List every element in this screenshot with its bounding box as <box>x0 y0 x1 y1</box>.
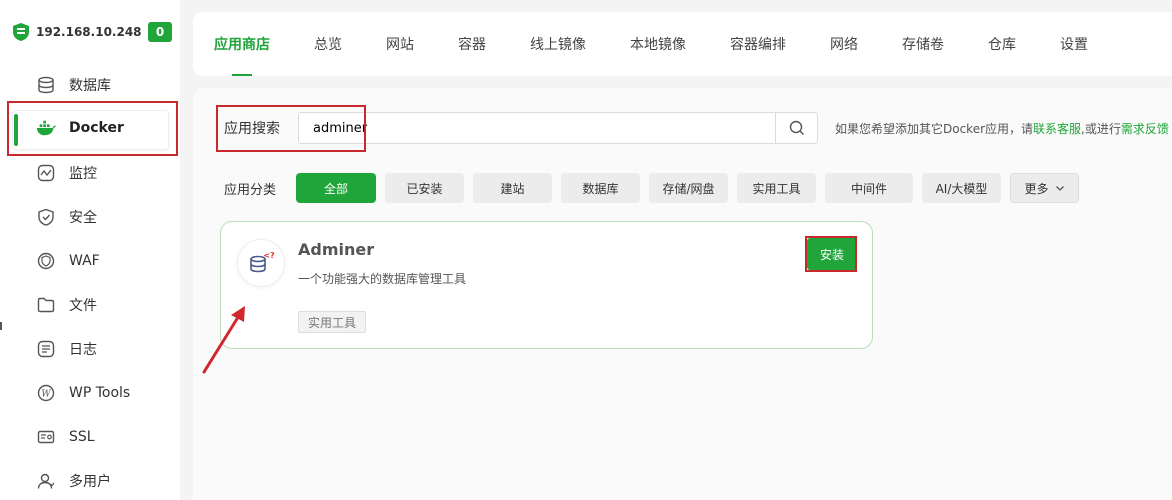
highlight-box-search <box>216 105 366 152</box>
highlight-box-docker <box>7 101 178 156</box>
tab-settings[interactable]: 设置 <box>1060 12 1088 76</box>
sidebar: 192.168.10.248 0 数据库 Docker 监控 安全 WAF 文件… <box>0 0 180 500</box>
category-more-dropdown[interactable]: 更多 <box>1010 173 1079 203</box>
server-ip: 192.168.10.248 <box>36 25 142 39</box>
category-database[interactable]: 数据库 <box>561 173 640 203</box>
top-tabs: 应用商店 总览 网站 容器 线上镜像 本地镜像 容器编排 网络 存储卷 仓库 设… <box>193 12 1172 76</box>
search-input[interactable] <box>299 113 775 143</box>
sidebar-item-files[interactable]: 文件 <box>0 283 180 327</box>
sidebar-item-logs[interactable]: 日志 <box>0 327 180 371</box>
sidebar-item-users[interactable]: 多用户 <box>0 459 180 500</box>
wordpress-icon: W <box>36 383 56 403</box>
tab-volumes[interactable]: 存储卷 <box>902 12 944 76</box>
svg-text:<?: <? <box>263 251 275 260</box>
chevron-down-icon <box>1055 186 1064 191</box>
sidebar-item-label: 日志 <box>69 342 97 358</box>
ssl-icon <box>36 427 56 447</box>
tab-compose[interactable]: 容器编排 <box>730 12 786 76</box>
category-utilities[interactable]: 实用工具 <box>737 173 816 203</box>
search-box <box>298 112 818 144</box>
annotation-arrow-icon <box>202 306 245 374</box>
contact-support-link[interactable]: 联系客服 <box>1033 122 1081 136</box>
search-icon <box>789 120 804 135</box>
adminer-logo-icon: <? <box>237 239 285 287</box>
tab-website[interactable]: 网站 <box>386 12 414 76</box>
search-button[interactable] <box>775 113 817 143</box>
category-row: 应用分类 全部 已安装 建站 数据库 存储/网盘 实用工具 中间件 AI/大模型… <box>218 173 1088 203</box>
category-storage[interactable]: 存储/网盘 <box>649 173 728 203</box>
category-label: 应用分类 <box>224 182 277 198</box>
sidebar-item-security[interactable]: 安全 <box>0 195 180 239</box>
sidebar-item-waf[interactable]: WAF <box>0 239 180 283</box>
sidebar-item-label: 安全 <box>69 210 97 226</box>
alert-badge[interactable]: 0 <box>148 22 172 42</box>
sidebar-item-monitor[interactable]: 监控 <box>0 151 180 195</box>
tab-container[interactable]: 容器 <box>458 12 486 76</box>
category-middleware[interactable]: 中间件 <box>825 173 913 203</box>
app-description: 一个功能强大的数据库管理工具 <box>298 272 467 286</box>
category-ai[interactable]: AI/大模型 <box>922 173 1001 203</box>
search-hint: 如果您希望添加其它Docker应用，请联系客服,或进行需求反馈 <box>835 122 1169 136</box>
server-shield-icon <box>13 23 29 41</box>
tab-online-images[interactable]: 线上镜像 <box>530 12 586 76</box>
category-all[interactable]: 全部 <box>296 173 376 203</box>
sidebar-item-label: SSL <box>69 429 95 445</box>
tab-app-store[interactable]: 应用商店 <box>214 12 270 76</box>
waf-icon <box>36 251 56 271</box>
sidebar-item-wp-tools[interactable]: W WP Tools <box>0 371 180 415</box>
sidebar-item-label: 监控 <box>69 166 97 182</box>
sidebar-item-label: 数据库 <box>69 78 111 94</box>
folder-icon <box>36 295 56 315</box>
users-icon <box>36 471 56 491</box>
category-installed[interactable]: 已安装 <box>385 173 464 203</box>
tab-network[interactable]: 网络 <box>830 12 858 76</box>
feedback-link[interactable]: 需求反馈 <box>1121 122 1169 136</box>
log-icon <box>36 339 56 359</box>
docker-icon <box>36 118 56 138</box>
sidebar-item-label: WAF <box>69 253 100 269</box>
monitor-icon <box>36 163 56 183</box>
database-icon <box>36 75 56 95</box>
server-info: 192.168.10.248 0 <box>12 20 172 44</box>
tab-local-images[interactable]: 本地镜像 <box>630 12 686 76</box>
svg-text:W: W <box>41 390 51 400</box>
shield-icon <box>36 207 56 227</box>
highlight-box-install <box>805 236 857 272</box>
sidebar-item-label: 文件 <box>69 298 97 314</box>
sidebar-item-ssl[interactable]: SSL <box>0 415 180 459</box>
app-name: Adminer <box>298 240 375 259</box>
tab-overview[interactable]: 总览 <box>314 12 342 76</box>
tab-registry[interactable]: 仓库 <box>988 12 1016 76</box>
category-website[interactable]: 建站 <box>473 173 552 203</box>
app-card[interactable]: <? Adminer 一个功能强大的数据库管理工具 实用工具 安装 <box>220 221 873 349</box>
sidebar-item-label: 多用户 <box>69 474 111 490</box>
app-tag: 实用工具 <box>298 311 367 333</box>
sidebar-item-label: WP Tools <box>69 385 131 401</box>
